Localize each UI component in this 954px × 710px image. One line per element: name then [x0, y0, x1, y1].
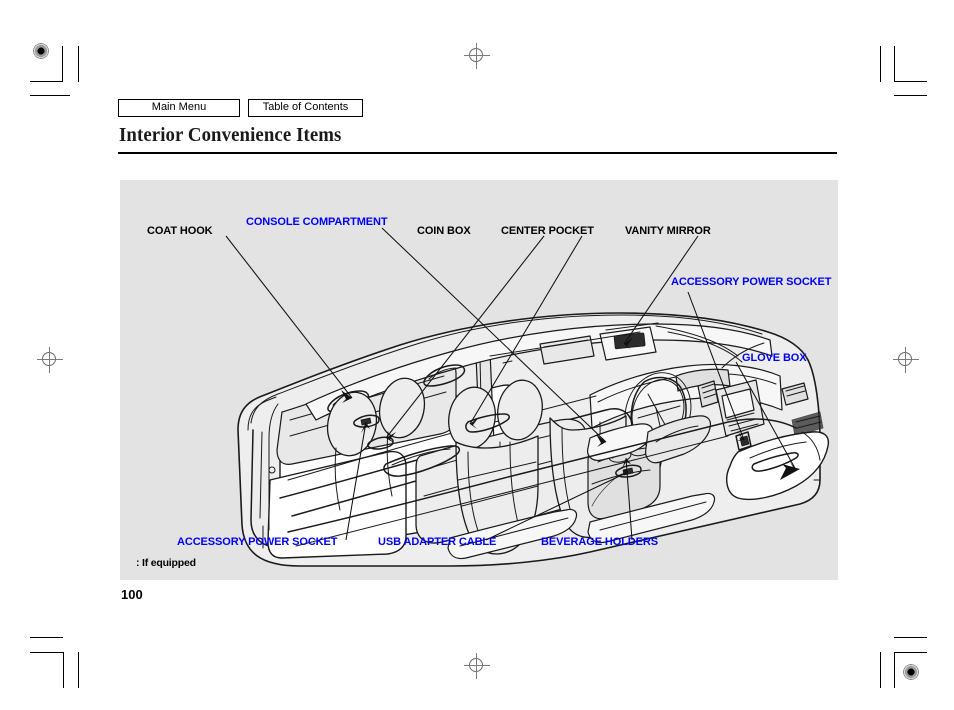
callout-beverage-holders: BEVERAGE HOLDERS: [541, 536, 658, 548]
callout-coin-box: COIN BOX: [417, 225, 471, 237]
callout-usb-adapter-cable: USB ADAPTER CABLE: [378, 536, 497, 548]
main-menu-button[interactable]: Main Menu: [118, 99, 240, 117]
callout-center-pocket: CENTER POCKET: [501, 225, 594, 237]
registration-bullseye-top-left: [30, 40, 52, 62]
crop-mark: [63, 652, 64, 688]
crop-mark: [30, 95, 70, 96]
page-title: Interior Convenience Items: [119, 124, 342, 146]
registration-mark-right-center: [893, 347, 919, 373]
crop-mark: [30, 637, 63, 638]
crop-mark: [880, 652, 881, 688]
crop-mark: [62, 46, 63, 82]
crop-mark: [30, 81, 63, 82]
crop-mark: [894, 46, 895, 82]
callout-coat-hook: COAT HOOK: [147, 225, 213, 237]
crop-mark: [78, 652, 79, 688]
registration-mark-left-center: [37, 347, 63, 373]
callout-vanity-mirror: VANITY MIRROR: [625, 225, 711, 237]
crop-mark: [880, 46, 881, 82]
registration-bullseye-bottom-right: [900, 661, 922, 683]
if-equipped-note: : If equipped: [136, 557, 196, 569]
crop-mark: [30, 652, 63, 653]
crop-mark: [894, 652, 895, 688]
callout-accessory-power-socket-lower: ACCESSORY POWER SOCKET: [177, 536, 338, 548]
crop-mark: [894, 637, 927, 638]
title-divider: [118, 152, 837, 154]
callout-accessory-power-socket-upper: ACCESSORY POWER SOCKET: [671, 276, 832, 288]
crop-mark: [894, 652, 927, 653]
callout-glove-box: GLOVE BOX: [742, 352, 807, 364]
crop-mark: [894, 95, 927, 96]
callout-console-compartment: CONSOLE COMPARTMENT: [246, 216, 388, 228]
registration-mark-bottom-center: [464, 653, 490, 679]
crop-mark: [894, 81, 927, 82]
registration-mark-top-center: [464, 43, 490, 69]
crop-mark: [78, 46, 79, 82]
page-number: 100: [121, 587, 143, 602]
car-interior-illustration: .ln { fill:none; stroke:#1a1a1a; stroke-…: [225, 227, 830, 567]
navigation-bar: Main Menu Table of Contents: [118, 99, 363, 117]
interior-diagram-figure: .ln { fill:none; stroke:#1a1a1a; stroke-…: [120, 180, 838, 580]
table-of-contents-button[interactable]: Table of Contents: [248, 99, 363, 117]
